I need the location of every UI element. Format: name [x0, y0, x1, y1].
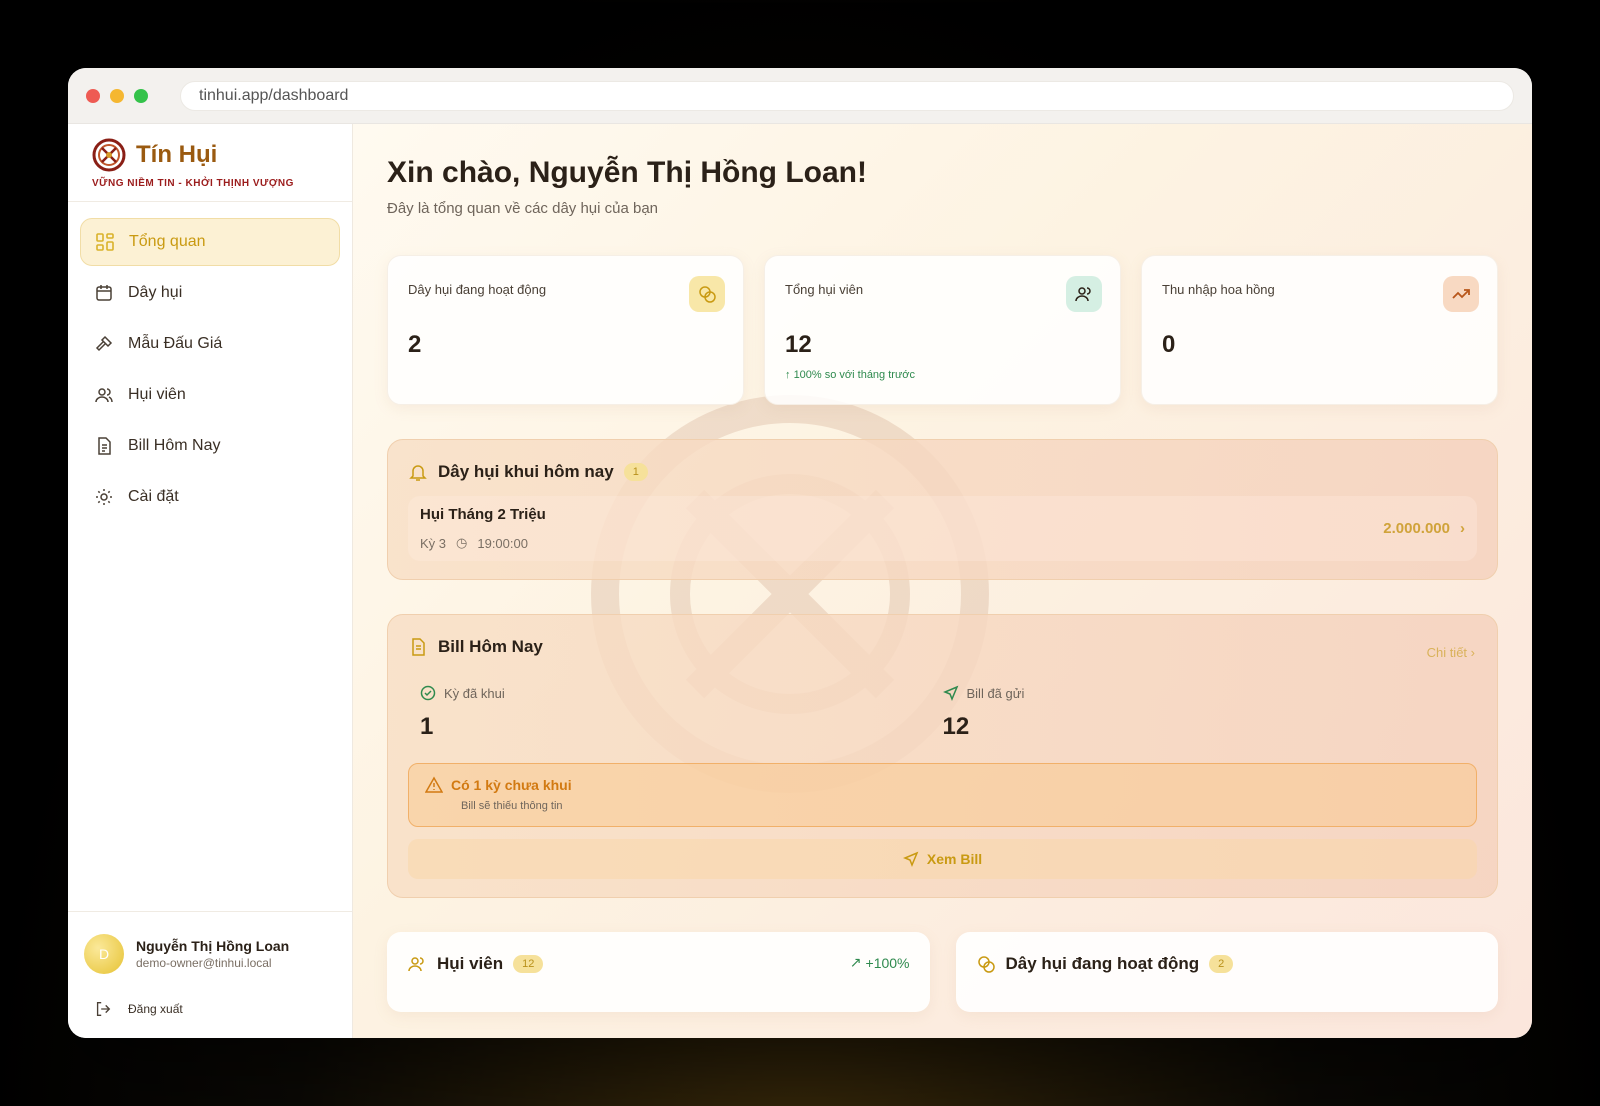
stat-value: 0	[1162, 331, 1176, 358]
members-card[interactable]: Hụi viên 12 ↗ +100%	[387, 932, 930, 1012]
user-block: D Nguyễn Thị Hồng Loan demo-owner@tinhui…	[68, 911, 352, 1038]
user-profile[interactable]: D Nguyễn Thị Hồng Loan demo-owner@tinhui…	[84, 934, 336, 974]
logout-button[interactable]: Đăng xuất	[84, 1000, 336, 1018]
minimize-window-button[interactable]	[110, 88, 124, 103]
sidebar: Tín Hụi VỮNG NIỀM TIN - KHỞI THỊNH VƯỢNG…	[68, 124, 353, 1038]
count-badge: 1	[623, 463, 648, 481]
hui-amount: 2.000.000	[1383, 520, 1450, 537]
stat-card-active-hui[interactable]: Dây hụi đang hoạt động 2	[387, 255, 744, 405]
browser-window: tinhui.app/dashboard Tín Hụi VỮNG NIỀM T…	[68, 68, 1532, 1038]
panel-title: Dây hụi khui hôm nay	[438, 462, 614, 481]
user-email: demo-owner@tinhui.local	[136, 956, 272, 970]
user-name: Nguyễn Thị Hồng Loan	[136, 938, 290, 954]
hui-period: Kỳ 3	[420, 535, 447, 551]
sidebar-item-label: Tổng quan	[129, 233, 206, 250]
logo-icon	[92, 138, 126, 172]
gavel-icon	[95, 335, 113, 352]
sidebar-item-settings[interactable]: Cài đặt	[80, 473, 340, 521]
brand-name: Tín Hụi	[136, 141, 218, 168]
browser-titlebar: tinhui.app/dashboard	[68, 68, 1532, 124]
close-window-button[interactable]	[86, 88, 100, 103]
sidebar-item-label: Mẫu Đấu Giá	[128, 335, 223, 352]
logout-label: Đăng xuất	[128, 1002, 183, 1016]
coins-icon	[689, 276, 725, 312]
maximize-window-button[interactable]	[134, 88, 148, 103]
gear-icon	[96, 489, 112, 505]
sidebar-item-day-hui[interactable]: Dây hụi	[80, 269, 340, 317]
warning-icon	[425, 776, 443, 793]
stat-label: Tổng hụi viên	[785, 282, 864, 297]
clock-icon: ◷	[456, 535, 468, 550]
card-title: Dây hụi đang hoạt động	[1005, 954, 1200, 973]
brand-tagline: VỮNG NIỀM TIN - KHỞI THỊNH VƯỢNG	[92, 178, 294, 189]
sidebar-item-overview[interactable]: Tổng quan	[80, 218, 340, 266]
users-icon	[1066, 276, 1102, 312]
bill-sent-stat: Bill đã gửi 12	[943, 685, 1466, 741]
bill-sent-label: Bill đã gửi	[966, 685, 1025, 701]
file-icon	[412, 638, 425, 656]
logout-icon	[96, 1002, 111, 1016]
warning-alert: Có 1 kỳ chưa khui Bill sẽ thiếu thông ti…	[408, 763, 1477, 827]
send-icon	[942, 685, 958, 701]
trend-up-icon	[1443, 276, 1479, 312]
today-hui-panel: Dây hụi khui hôm nay 1 Hụi Tháng 2 Triệu…	[387, 439, 1498, 580]
view-bill-button[interactable]: Xem Bill	[408, 839, 1477, 879]
stat-label: Thu nhập hoa hồng	[1162, 282, 1275, 297]
sidebar-item-auction-template[interactable]: Mẫu Đấu Giá	[80, 320, 340, 368]
stat-card-commission[interactable]: Thu nhập hoa hồng 0	[1141, 255, 1498, 405]
brand: Tín Hụi VỮNG NIỀM TIN - KHỞI THỊNH VƯỢNG	[68, 124, 352, 202]
send-icon	[902, 851, 919, 867]
sidebar-item-label: Cài đặt	[128, 488, 179, 505]
stat-label: Dây hụi đang hoạt động	[408, 282, 547, 297]
avatar: D	[84, 934, 124, 974]
page-subtitle: Đây là tổng quan về các dây hụi của bạn	[387, 200, 659, 217]
view-bill-label: Xem Bill	[926, 851, 983, 867]
bill-today-panel: Bill Hôm Nay Chi tiết › Kỳ đã khui 1 Bil…	[387, 614, 1498, 898]
panel-title: Bill Hôm Nay	[438, 637, 543, 656]
sidebar-item-label: Bill Hôm Nay	[128, 437, 221, 454]
stat-value: 2	[408, 331, 422, 358]
sidebar-item-label: Dây hụi	[128, 284, 183, 301]
trend-indicator: ↗ +100%	[849, 954, 910, 971]
bill-sent-value: 12	[942, 713, 970, 740]
bottom-cards: Hụi viên 12 ↗ +100% Dây hụi đang hoạt độ…	[387, 932, 1498, 1012]
users-icon	[95, 388, 113, 403]
sidebar-item-members[interactable]: Hụi viên	[80, 371, 340, 419]
chevron-right-icon: ›	[1460, 520, 1465, 537]
file-icon	[98, 437, 111, 455]
today-hui-item[interactable]: Hụi Tháng 2 Triệu Kỳ 3 ◷ 19:00:00 2.000.…	[408, 496, 1477, 561]
sidebar-nav: Tổng quan Dây hụi Mẫu Đấu Giá Hụi viên B…	[68, 202, 352, 540]
bill-opened-label: Kỳ đã khui	[444, 685, 505, 701]
warning-title: Có 1 kỳ chưa khui	[451, 777, 572, 793]
users-icon	[408, 957, 424, 972]
sidebar-item-label: Hụi viên	[128, 386, 186, 403]
grid-icon	[96, 233, 114, 251]
main-content: Xin chào, Nguyễn Thị Hồng Loan! Đây là t…	[353, 124, 1532, 1038]
stat-card-members[interactable]: Tổng hụi viên 12 ↑ 100% so với tháng trư…	[764, 255, 1121, 405]
hui-name: Hụi Tháng 2 Triệu	[420, 506, 546, 523]
page-title: Xin chào, Nguyễn Thị Hồng Loan!	[387, 156, 867, 189]
active-hui-card[interactable]: Dây hụi đang hoạt động 2	[955, 932, 1498, 1012]
stat-value: 12	[785, 331, 812, 358]
stat-trend: ↑ 100% so với tháng trước	[785, 369, 916, 381]
bell-icon	[409, 465, 427, 481]
address-bar[interactable]: tinhui.app/dashboard	[180, 80, 1514, 111]
count-badge: 12	[513, 955, 544, 973]
bill-details-link[interactable]: Chi tiết ›	[1427, 645, 1475, 660]
card-title: Hụi viên	[437, 954, 504, 973]
coins-icon	[977, 956, 995, 973]
bill-opened-value: 1	[420, 713, 434, 740]
calendar-icon	[96, 285, 112, 301]
count-badge: 2	[1209, 955, 1234, 973]
check-circle-icon	[420, 685, 436, 701]
sidebar-item-bill-today[interactable]: Bill Hôm Nay	[80, 422, 340, 470]
warning-subtitle: Bill sẽ thiếu thông tin	[461, 800, 563, 812]
bill-opened-stat: Kỳ đã khui 1	[420, 685, 943, 741]
stats-row: Dây hụi đang hoạt động 2 Tổng hụi viên 1…	[387, 255, 1498, 405]
hui-time: 19:00:00	[477, 535, 528, 551]
